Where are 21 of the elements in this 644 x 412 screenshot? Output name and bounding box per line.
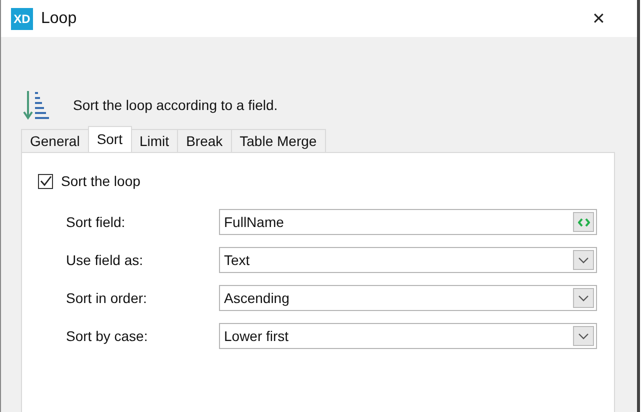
field-label: Sort in order: <box>66 290 148 306</box>
field-label: Use field as: <box>66 252 144 268</box>
tab[interactable]: Sort <box>88 126 132 152</box>
chevron-down-icon[interactable] <box>573 288 594 308</box>
close-button[interactable]: ✕ <box>584 6 613 30</box>
tab[interactable]: Table Merge <box>230 129 326 152</box>
tab[interactable]: General <box>21 129 89 152</box>
app-logo: XD <box>11 8 33 30</box>
checkbox[interactable] <box>38 174 53 188</box>
sort-descending-icon <box>23 89 51 121</box>
dropdown[interactable]: Lower first <box>219 323 597 349</box>
window-title: Loop <box>41 10 78 28</box>
description-text: Sort the loop according to a field. <box>73 97 278 113</box>
field-label: Sort by case: <box>66 328 149 344</box>
input-field[interactable]: FullName <box>219 209 597 235</box>
dropdown[interactable]: Text <box>219 247 597 273</box>
chevron-down-icon[interactable] <box>573 250 594 270</box>
field-label: Sort field: <box>66 214 126 230</box>
checkbox-label: Sort the loop <box>61 173 140 189</box>
chevron-down-icon[interactable] <box>573 326 594 346</box>
dropdown[interactable]: Ascending <box>219 285 597 311</box>
